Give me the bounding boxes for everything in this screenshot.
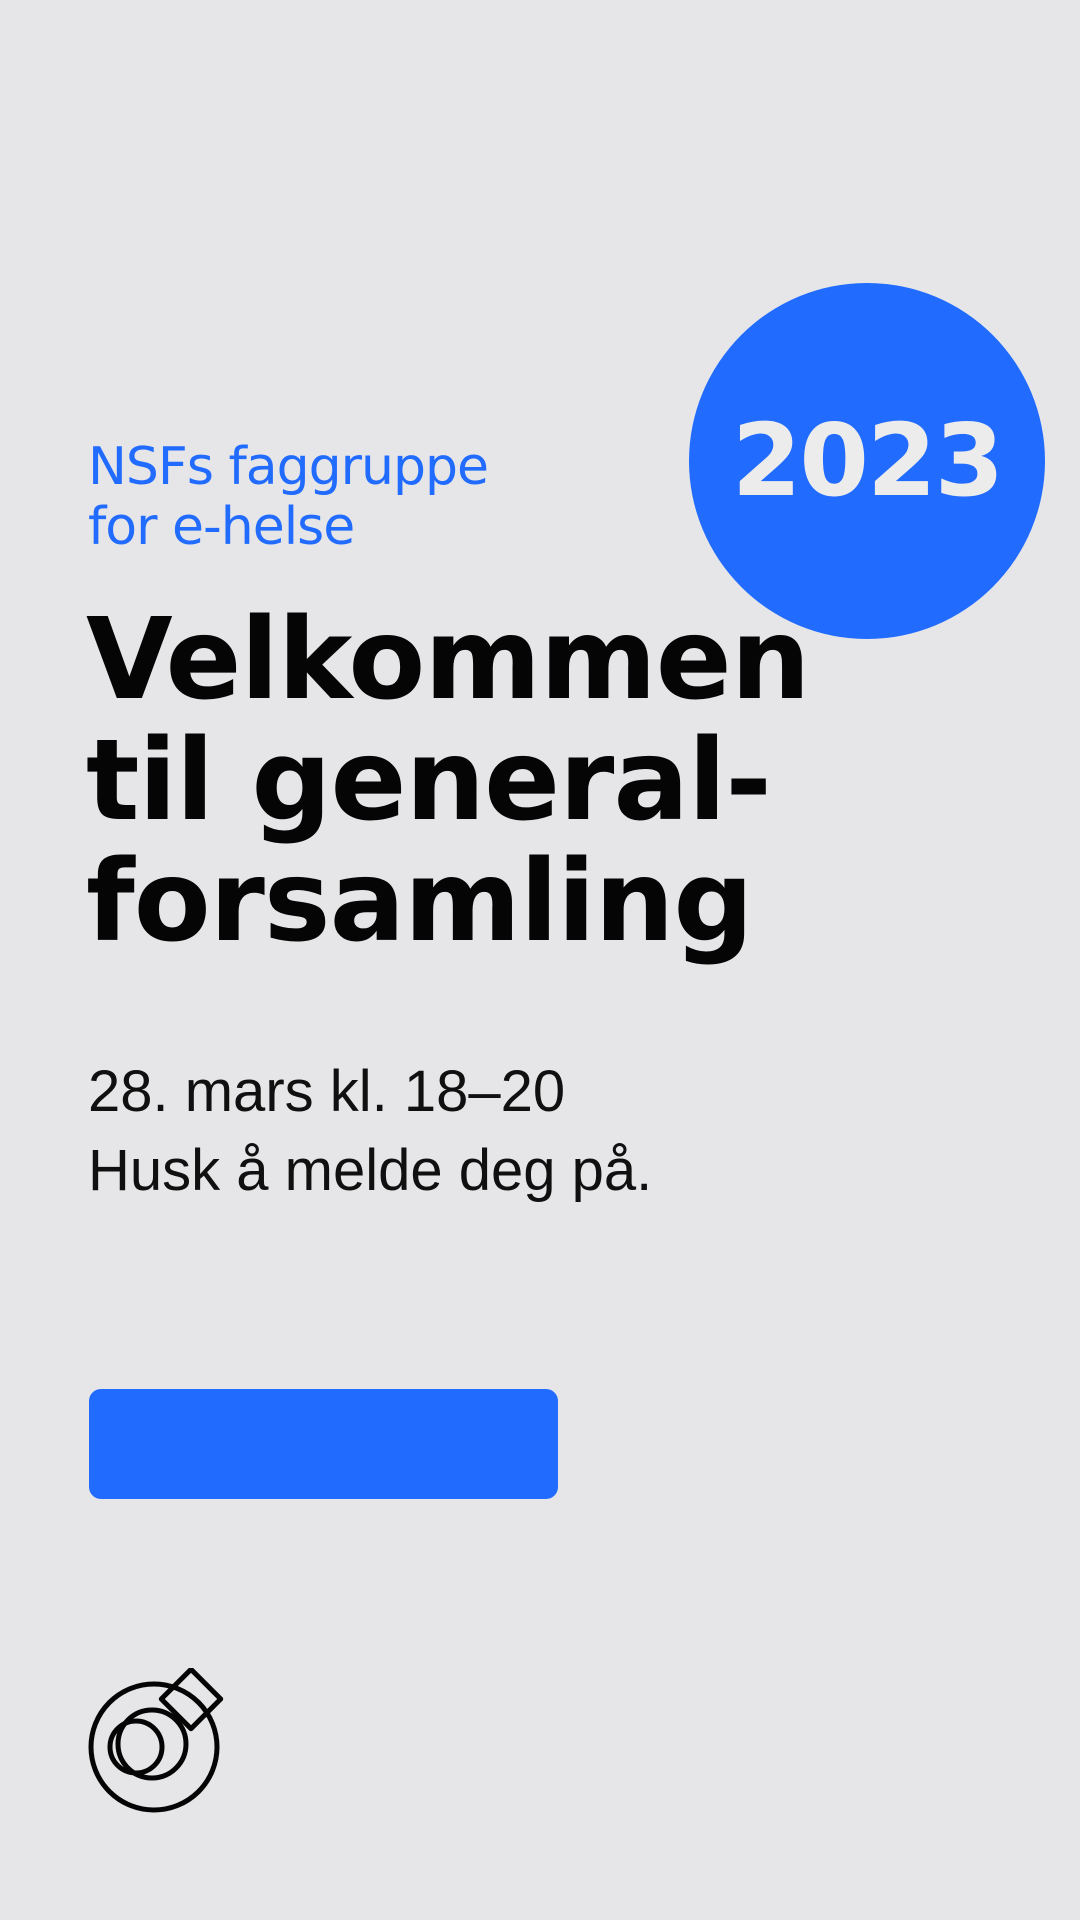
page-title: Velkommen til general- forsamling [86,600,986,963]
title-line-2: til general- [86,716,772,846]
signup-button[interactable] [89,1389,558,1499]
event-info: 28. mars kl. 18–20 Husk å melde deg på. [88,1052,888,1210]
year-badge: 2023 [689,283,1045,639]
title-line-1: Velkommen [86,595,810,725]
subtitle-line-1: NSFs faggruppe [88,437,489,497]
title-line-3: forsamling [86,837,754,967]
organization-subtitle: NSFs faggruppe for e-helse [88,437,648,557]
nsf-logo-icon [88,1668,224,1813]
year-badge-text: 2023 [731,402,1004,519]
event-datetime: 28. mars kl. 18–20 [88,1059,566,1124]
subtitle-line-2: for e-helse [88,497,355,557]
event-reminder: Husk å melde deg på. [88,1138,653,1203]
